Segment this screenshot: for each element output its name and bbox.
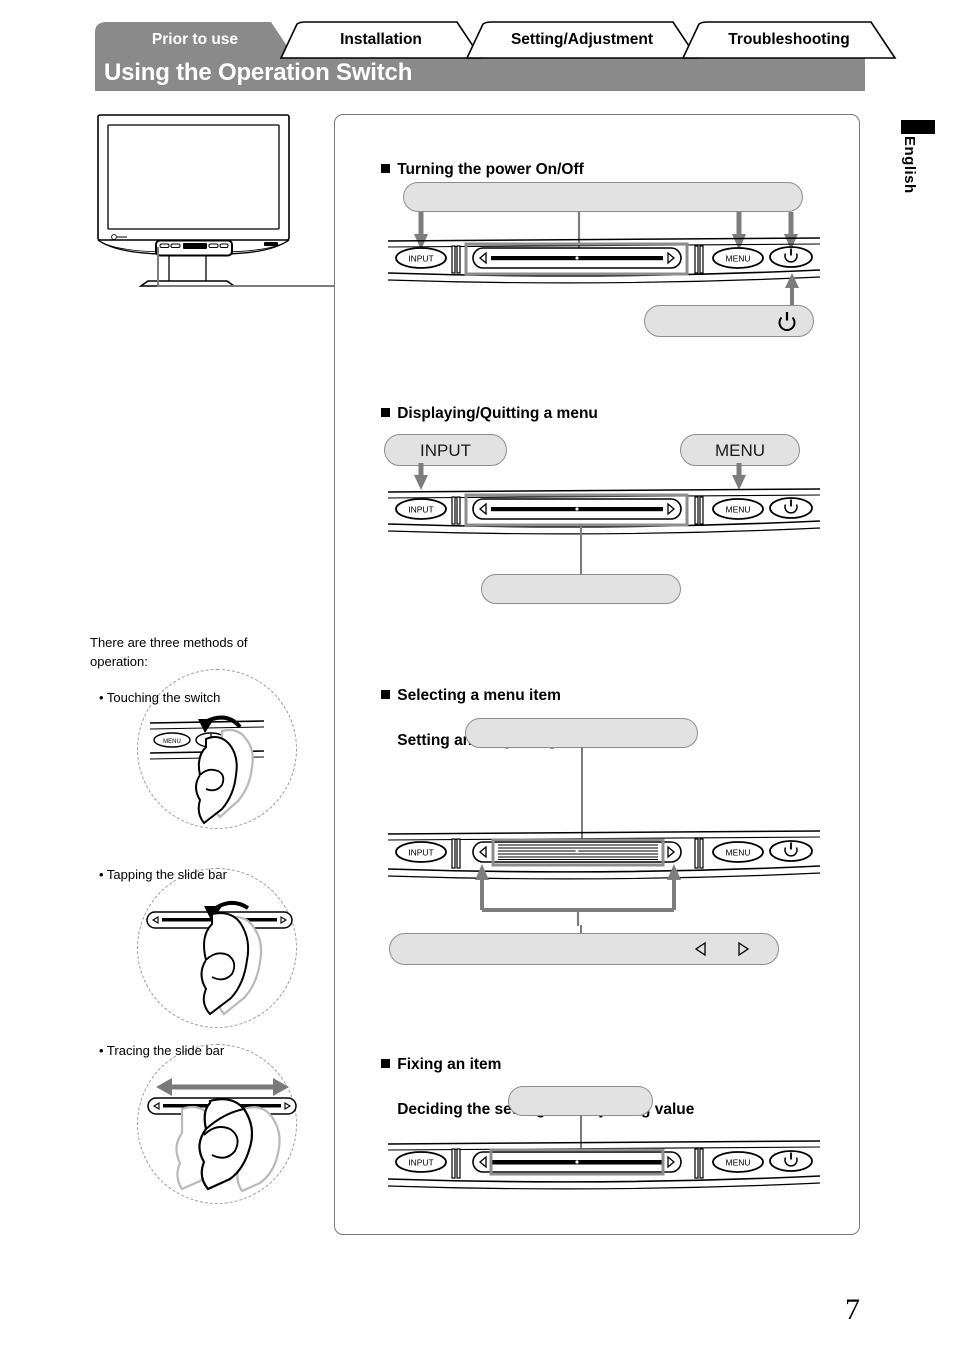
manual-page: Prior to use Installation Setting/Adjust…	[0, 0, 954, 1350]
monitor-illustration	[96, 113, 291, 288]
monitor-connector-vertical	[157, 247, 160, 287]
square-bullet-icon	[381, 690, 391, 700]
sidebar-intro-text: There are three methods of operation:	[90, 635, 248, 669]
svg-text:MENU: MENU	[725, 505, 750, 515]
monitor-svg	[97, 114, 290, 287]
page-number: 7	[845, 1293, 860, 1326]
callout-power-symbol	[644, 305, 814, 337]
section-heading-power-text: Turning the power On/Off	[397, 161, 584, 179]
section-heading-select-line1: Selecting a menu item	[397, 687, 561, 705]
square-bullet-icon	[381, 164, 391, 174]
control-panel-menu: INPUT MENU	[387, 488, 821, 535]
callout-bracket-select	[475, 864, 681, 926]
tab-prior-to-use[interactable]: Prior to use	[95, 22, 295, 58]
language-tab-marker	[901, 120, 935, 134]
callout-input: INPUT	[384, 434, 507, 466]
control-panel-power: INPUT MENU	[387, 237, 821, 284]
square-bullet-icon	[381, 408, 391, 418]
svg-text:INPUT: INPUT	[408, 505, 434, 515]
svg-text:INPUT: INPUT	[408, 1158, 434, 1168]
tab-troubleshooting[interactable]: Troubleshooting	[681, 21, 897, 59]
callout-select-arrows	[389, 933, 779, 965]
callout-select-top	[465, 718, 698, 748]
tab-label-prior-to-use: Prior to use	[151, 31, 239, 48]
language-tab-label: English	[901, 136, 918, 194]
tab-label-setting-adjustment: Setting/Adjustment	[510, 31, 654, 48]
triangle-right-icon	[738, 941, 750, 957]
sidebar-method-label-tracing: • Tracing the slide bar	[99, 1043, 225, 1058]
section-heading-menu-text: Displaying/Quitting a menu	[397, 405, 598, 423]
illustration-tracing-slidebar	[147, 1078, 297, 1193]
tab-label-installation: Installation	[340, 31, 422, 48]
callout-menu: MENU	[680, 434, 800, 466]
power-icon	[778, 312, 796, 332]
section-heading-fixing-line1: Fixing an item	[397, 1056, 502, 1074]
callout-fixing	[508, 1086, 653, 1116]
callout-input-text: INPUT	[420, 440, 471, 460]
svg-text:MENU: MENU	[163, 739, 181, 745]
triangle-left-icon	[694, 941, 706, 957]
tab-installation[interactable]: Installation	[279, 21, 483, 59]
illustration-tapping-slidebar	[146, 900, 293, 1016]
page-title-banner: Using the Operation Switch	[95, 57, 865, 91]
sidebar-method-label-tapping: • Tapping the slide bar	[99, 867, 227, 882]
section-tab-bar: Prior to use Installation Setting/Adjust…	[95, 21, 897, 59]
callout-menu-text: MENU	[714, 440, 766, 460]
callout-power-top	[403, 182, 803, 212]
svg-text:MENU: MENU	[725, 1158, 750, 1168]
page-title: Using the Operation Switch	[104, 59, 413, 86]
tab-label-troubleshooting: Troubleshooting	[728, 31, 850, 48]
monitor-connector-horizontal	[157, 285, 337, 288]
svg-text:INPUT: INPUT	[408, 848, 434, 858]
svg-text:MENU: MENU	[725, 848, 750, 858]
callout-menu-slidebar	[481, 574, 681, 604]
panel-menu-label: MENU	[725, 254, 750, 264]
sidebar-method-label-touching: • Touching the switch	[99, 690, 221, 705]
control-panel-fixing: INPUT MENU	[387, 1140, 821, 1190]
square-bullet-icon	[381, 1059, 391, 1069]
illustration-touching-switch: MENU	[149, 715, 265, 825]
panel-input-label: INPUT	[408, 254, 434, 264]
connector-slidebar-menu	[580, 524, 582, 575]
tab-setting-adjustment[interactable]: Setting/Adjustment	[465, 21, 699, 59]
